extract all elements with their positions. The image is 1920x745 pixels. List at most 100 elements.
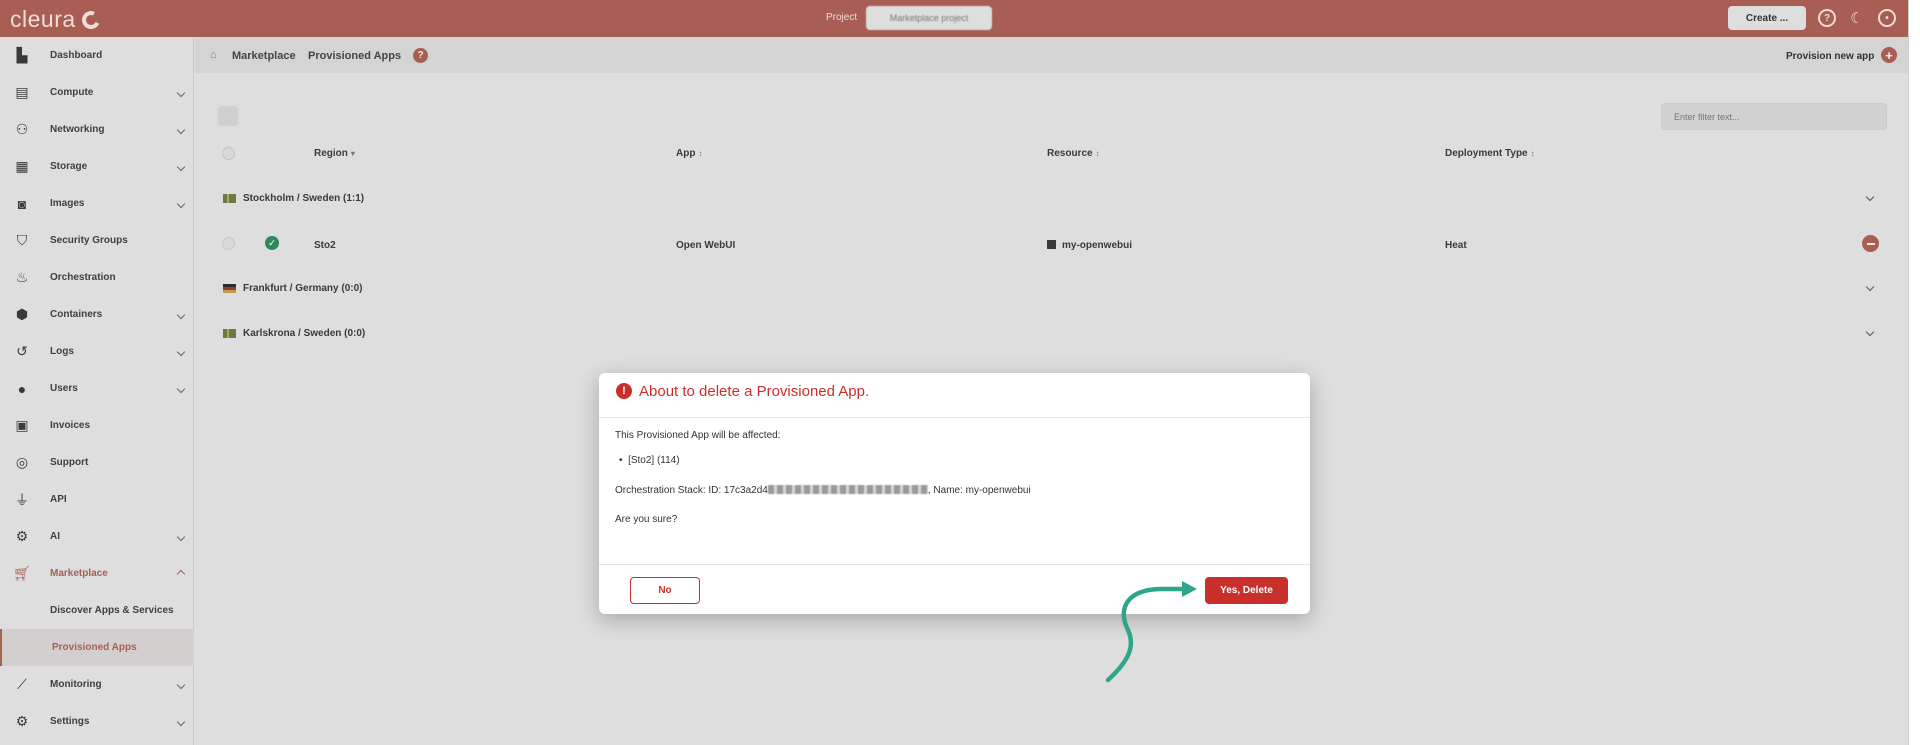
sidebar-subitem-discover-apps[interactable]: Discover Apps & Services	[0, 592, 194, 629]
sidebar-item-compute[interactable]: ▤ Compute	[0, 74, 194, 111]
logo-mark-icon	[79, 7, 103, 32]
chevron-down-icon	[176, 347, 186, 356]
cleura-logo[interactable]: cleura	[10, 6, 103, 33]
network-icon: ⚇	[15, 121, 29, 137]
row-deployment-type: Heat	[1445, 240, 1467, 251]
project-label: Project	[826, 12, 858, 23]
stack-name: , Name: my-openwebui	[927, 485, 1031, 496]
row-resource[interactable]: my-openwebui	[1047, 240, 1132, 251]
question-circle-icon[interactable]: ?	[1818, 9, 1836, 27]
yes-delete-button[interactable]: Yes, Delete	[1205, 577, 1288, 604]
line-chart-icon: ⟋	[17, 676, 27, 692]
minus-icon	[1866, 242, 1875, 245]
sidebar-item-marketplace[interactable]: 🛒︎ Marketplace	[0, 555, 194, 592]
sidebar-item-monitoring[interactable]: ⟋ Monitoring	[0, 666, 194, 703]
breadcrumb-marketplace[interactable]: Marketplace	[232, 50, 296, 62]
home-icon[interactable]: ⌂	[210, 49, 217, 61]
question-circle-icon[interactable]: ?	[413, 48, 428, 63]
sidebar-item-containers[interactable]: ⬢ Containers	[0, 296, 194, 333]
sidebar-item-dashboard[interactable]: ▙ Dashboard	[0, 37, 194, 74]
logo-text: cleura	[10, 6, 76, 32]
stack-icon	[1047, 240, 1056, 249]
sidebar-item-ai[interactable]: ⚙ AI	[0, 518, 194, 555]
chevron-up-icon	[176, 569, 186, 578]
dialog-header: ! About to delete a Provisioned App.	[599, 373, 1310, 418]
sidebar-item-label: Orchestration	[50, 272, 116, 283]
sidebar: ▙ Dashboard ▤ Compute ⚇ Networking ▦ Sto…	[0, 37, 194, 745]
region-group-karlskrona[interactable]: Karlskrona / Sweden (0:0)	[195, 315, 1908, 351]
sidebar-item-api[interactable]: ⏚ API	[0, 481, 194, 518]
exclamation-circle-icon: !	[616, 383, 632, 399]
top-bar: cleura Project Marketplace project Creat…	[0, 0, 1908, 37]
region-group-label: Frankfurt / Germany (0:0)	[243, 283, 363, 294]
column-header-app[interactable]: App ↕	[676, 148, 702, 159]
region-group-frankfurt[interactable]: Frankfurt / Germany (0:0)	[195, 270, 1908, 306]
sidebar-subitem-provisioned-apps[interactable]: Provisioned Apps	[0, 629, 194, 666]
chevron-down-icon	[176, 384, 186, 393]
pointer-arrow-annotation	[1105, 581, 1197, 683]
region-group-label: Karlskrona / Sweden (0:0)	[243, 328, 366, 339]
sidebar-item-label: Storage	[50, 161, 88, 172]
row-checkbox[interactable]	[222, 237, 235, 250]
sidebar-item-label: Monitoring	[50, 679, 102, 690]
sidebar-item-orchestration[interactable]: ♨ Orchestration	[0, 259, 194, 296]
user-circle-icon[interactable]: •	[1878, 9, 1896, 27]
sort-icon: ↕	[1095, 149, 1100, 158]
sidebar-item-networking[interactable]: ⚇ Networking	[0, 111, 194, 148]
column-header-region[interactable]: Region ▾	[314, 148, 355, 159]
region-group-stockholm[interactable]: Stockholm / Sweden (1:1)	[195, 180, 1908, 216]
sidebar-item-settings[interactable]: ⚙ Settings	[0, 703, 194, 740]
sidebar-item-security-groups[interactable]: ⛉ Security Groups	[0, 222, 194, 259]
moon-icon[interactable]: ☾	[1848, 9, 1866, 27]
server-icon: ▤	[15, 84, 29, 100]
orchestration-stack-line: Orchestration Stack: ID: 17c3a2d4 , Name:…	[615, 485, 1031, 496]
delete-row-button[interactable]	[1862, 235, 1879, 252]
select-all-checkbox[interactable]	[222, 147, 235, 160]
cube-icon: ⬢	[15, 306, 29, 322]
sidebar-item-label: Containers	[50, 309, 103, 320]
column-header-deployment-type[interactable]: Deployment Type ↕	[1445, 148, 1535, 159]
sidebar-subitem-label: Provisioned Apps	[52, 642, 137, 653]
provision-new-app-link[interactable]: Provision new app	[1786, 51, 1874, 62]
gear-icon: ⚙	[15, 713, 29, 729]
plug-icon: ⏚	[15, 491, 29, 508]
column-header-label: App	[676, 148, 696, 159]
calculator-icon: ▣	[15, 417, 29, 433]
sidebar-item-storage[interactable]: ▦ Storage	[0, 148, 194, 185]
project-selector[interactable]: Marketplace project	[866, 6, 992, 30]
column-header-resource[interactable]: Resource ↕	[1047, 148, 1100, 159]
sidebar-item-invoices[interactable]: ▣ Invoices	[0, 407, 194, 444]
sidebar-subitem-label: Discover Apps & Services	[50, 605, 174, 616]
chevron-down-icon	[176, 199, 186, 208]
sidebar-item-support[interactable]: ◎ Support	[0, 444, 194, 481]
database-icon: ▦	[15, 158, 29, 174]
sidebar-item-label: Support	[50, 457, 89, 468]
region-group-label: Stockholm / Sweden (1:1)	[243, 193, 365, 204]
orchestration-icon: ♨	[15, 269, 29, 285]
affected-item-label: [Sto2] (114)	[628, 455, 680, 466]
sidebar-item-users[interactable]: ● Users	[0, 370, 194, 407]
row-app: Open WebUI	[676, 240, 736, 251]
history-icon: ↺	[16, 343, 28, 359]
breadcrumb: ⌂ Marketplace Provisioned Apps ? Provisi…	[195, 37, 1908, 73]
sidebar-item-label: Images	[50, 198, 85, 209]
sidebar-item-logs[interactable]: ↺ Logs	[0, 333, 194, 370]
cart-icon: 🛒︎	[13, 565, 31, 581]
column-header-label: Deployment Type	[1445, 148, 1528, 159]
chevron-down-icon[interactable]	[1865, 192, 1875, 202]
create-button[interactable]: Create ...	[1728, 6, 1806, 30]
no-button[interactable]: No	[630, 577, 700, 604]
chevron-down-icon	[176, 310, 186, 319]
chevron-down-icon[interactable]	[1865, 327, 1875, 337]
sweden-flag-icon	[223, 329, 236, 338]
collapse-all-button[interactable]	[218, 106, 238, 126]
affected-text: This Provisioned App will be affected:	[615, 430, 781, 441]
window-edge	[1908, 0, 1920, 745]
chevron-down-icon	[176, 125, 186, 134]
chevron-down-icon[interactable]	[1865, 282, 1875, 292]
sidebar-item-images[interactable]: ◙ Images	[0, 185, 194, 222]
filter-input[interactable]	[1661, 103, 1887, 130]
sidebar-item-label: Users	[50, 383, 78, 394]
plus-circle-icon[interactable]: +	[1881, 47, 1897, 63]
stack-id-prefix: Orchestration Stack: ID: 17c3a2d4	[615, 485, 768, 496]
